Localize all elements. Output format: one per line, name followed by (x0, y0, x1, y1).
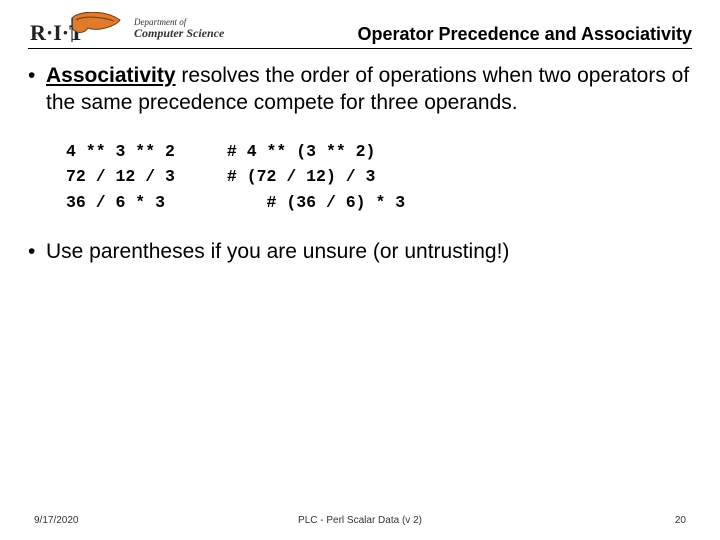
bullet-list: Associativity resolves the order of oper… (28, 63, 692, 266)
footer-page: 20 (675, 515, 686, 526)
slide-header: R·I·T Department of Computer Science Ope… (0, 0, 720, 46)
title-area: Operator Precedence and Associativity (224, 24, 692, 46)
logo-block: R·I·T Department of Computer Science (28, 12, 224, 46)
logo-text: Department of Computer Science (134, 18, 224, 40)
slide-title: Operator Precedence and Associativity (224, 24, 692, 46)
rit-logo-icon: R·I·T (28, 12, 128, 46)
slide-footer: 9/17/2020 PLC - Perl Scalar Data (v 2) 2… (0, 515, 720, 526)
bullet-2: Use parentheses if you are unsure (or un… (46, 239, 692, 266)
footer-center: PLC - Perl Scalar Data (v 2) (298, 515, 422, 526)
code-left: 4 ** 3 ** 2 72 / 12 / 3 36 / 6 * 3 (66, 139, 175, 216)
slide-content: Associativity resolves the order of oper… (0, 49, 720, 266)
code-block: 4 ** 3 ** 2 72 / 12 / 3 36 / 6 * 3 # 4 *… (66, 139, 692, 216)
bullet-1-term: Associativity (46, 64, 176, 87)
code-right: # 4 ** (3 ** 2) # (72 / 12) / 3 # (36 / … (227, 139, 405, 216)
bullet-1: Associativity resolves the order of oper… (46, 63, 692, 215)
footer-date: 9/17/2020 (34, 515, 79, 526)
cs-label: Computer Science (134, 27, 224, 40)
